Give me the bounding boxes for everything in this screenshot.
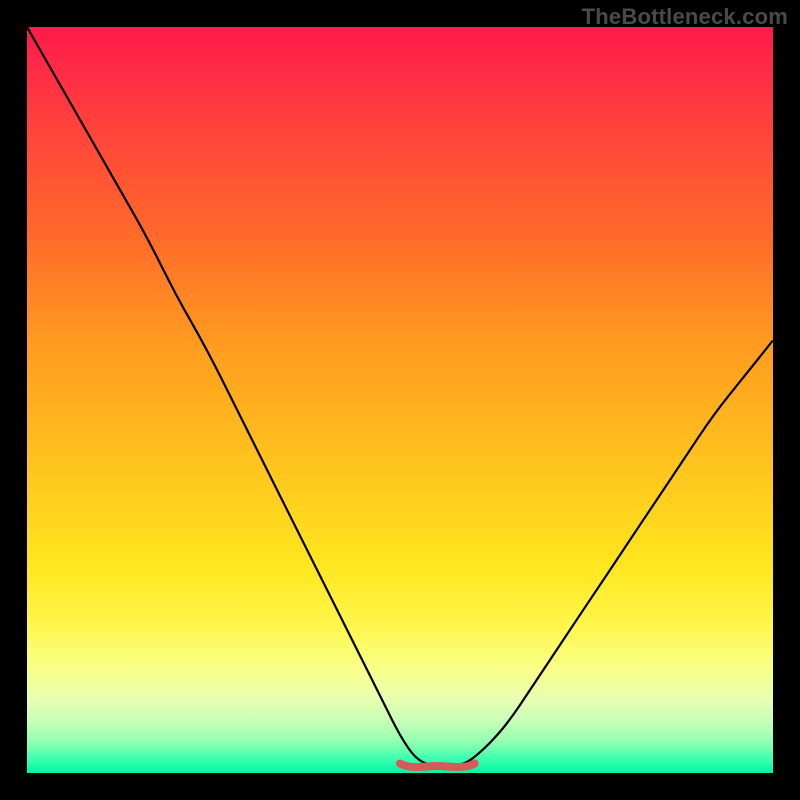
- bottleneck-curve-plot: [27, 27, 773, 773]
- bottleneck-flat-segment: [400, 764, 475, 768]
- chart-gradient-backdrop: [27, 27, 773, 773]
- bottleneck-curve-path: [27, 27, 773, 766]
